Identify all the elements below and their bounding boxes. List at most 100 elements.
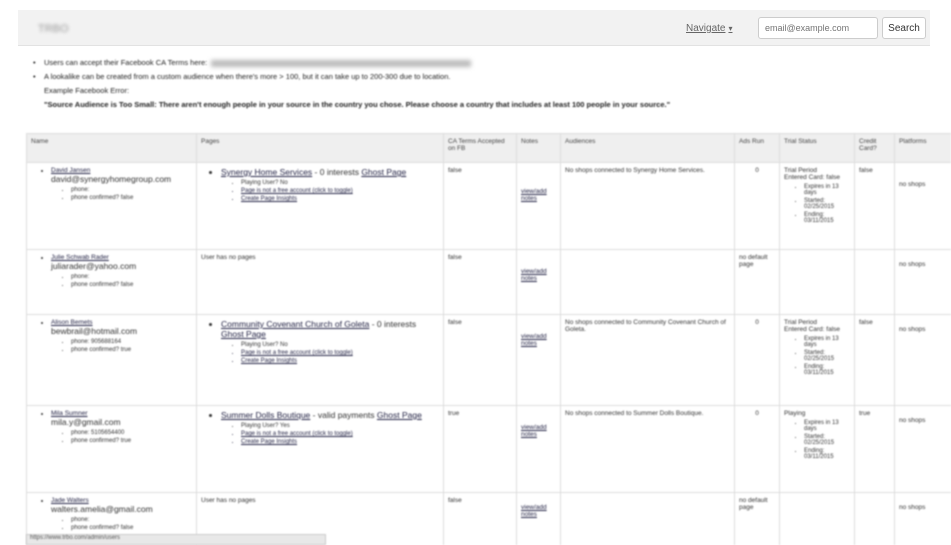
user-email: david@synergyhomegroup.com xyxy=(51,174,172,184)
cell-audiences xyxy=(560,492,735,545)
view-add-notes-link[interactable]: view/add notes xyxy=(521,268,547,282)
header-credit-card[interactable]: Credit Card? xyxy=(854,133,895,163)
view-add-notes-link[interactable]: view/add notes xyxy=(521,424,547,438)
cell-name: Julie Schwab Raderjuliarader@yahoo.com p… xyxy=(26,249,197,315)
trial-label: Trial Period xyxy=(784,167,817,174)
page-link[interactable]: Community Covenant Church of Goleta xyxy=(221,319,369,329)
ghost-page-link[interactable]: Ghost Page xyxy=(377,410,422,420)
ghost-page-link[interactable]: Ghost Page xyxy=(221,329,266,339)
cell-trial-status: Trial PeriodEntered Card: false Expires … xyxy=(779,314,855,406)
trial-expires: Expires in 13 days xyxy=(804,420,850,432)
top-navbar: TRBO Navigate▾ Search xyxy=(18,10,930,46)
page-insights-link[interactable]: Create Page Insights xyxy=(241,439,439,445)
playing-user: Playing User? Yes xyxy=(241,423,439,429)
cell-credit-card: true xyxy=(854,405,895,493)
cell-ads-run: 0 xyxy=(734,162,780,250)
ghost-page-link[interactable]: Ghost Page xyxy=(361,167,406,177)
trial-expires: Expires in 13 days xyxy=(804,336,850,348)
redacted-link[interactable] xyxy=(211,59,472,67)
cell-platforms: no shops xyxy=(894,249,951,315)
navigate-label: Navigate xyxy=(686,23,726,34)
cell-notes: view/add notes xyxy=(516,162,561,250)
search-button[interactable]: Search xyxy=(882,17,926,39)
user-name-link[interactable]: Alison Bemets xyxy=(51,319,93,326)
cell-name: David Jansendavid@synergyhomegroup.com p… xyxy=(26,162,197,250)
user-phone: phone: 5105654400 xyxy=(71,430,192,436)
header-pages[interactable]: Pages xyxy=(196,133,444,163)
cell-ca-terms: false xyxy=(443,162,517,250)
header-ads-run[interactable]: Ads Run xyxy=(734,133,780,163)
header-trial-status[interactable]: Trial Status xyxy=(779,133,855,163)
cell-credit-card xyxy=(854,492,895,545)
cell-ads-run: 0 xyxy=(734,405,780,493)
cell-audiences: No shops connected to Synergy Home Servi… xyxy=(560,162,735,250)
header-audiences[interactable]: Audiences xyxy=(560,133,735,163)
platforms-text: no shops xyxy=(899,261,926,268)
trial-ending: Ending: 03/11/2015 xyxy=(804,448,850,460)
cell-notes: view/add notes xyxy=(516,405,561,493)
cell-pages: Synergy Home Services - 0 interests Ghos… xyxy=(196,162,444,250)
cell-pages: Summer Dolls Boutique - valid payments G… xyxy=(196,405,444,493)
entered-card: Entered Card: false xyxy=(784,174,841,181)
page-insights-link[interactable]: Create Page Insights xyxy=(241,358,439,364)
user-name-link[interactable]: Jade Walters xyxy=(51,497,89,504)
toggle-free-account-link[interactable]: Page is not a free account (click to tog… xyxy=(241,431,439,437)
view-add-notes-link[interactable]: view/add notes xyxy=(521,188,547,202)
user-phone: phone: xyxy=(71,517,192,523)
toggle-free-account-link[interactable]: Page is not a free account (click to tog… xyxy=(241,188,439,194)
navigate-dropdown[interactable]: Navigate ▾ xyxy=(686,23,732,34)
header-name[interactable]: Name xyxy=(26,133,197,163)
cell-platforms: no shops xyxy=(894,405,951,493)
entered-card: Entered Card: false xyxy=(784,326,841,333)
page-insights-link[interactable]: Create Page Insights xyxy=(241,196,439,202)
header-notes[interactable]: Notes xyxy=(516,133,561,163)
platforms-text: no shops xyxy=(899,504,926,511)
page-link[interactable]: Summer Dolls Boutique xyxy=(221,410,310,420)
view-add-notes-link[interactable]: view/add notes xyxy=(521,333,547,347)
user-name-link[interactable]: Julie Schwab Rader xyxy=(51,254,109,261)
trial-started: Started: 02/25/2015 xyxy=(804,434,850,446)
error-label: Example Facebook Error: xyxy=(44,86,130,95)
user-email: walters.amelia@gmail.com xyxy=(51,504,153,514)
cell-ca-terms: true xyxy=(443,405,517,493)
users-table: Name Pages CA Terms Accepted on FB Notes… xyxy=(26,133,951,545)
info-notes: Users can accept their Facebook CA Terms… xyxy=(28,58,908,109)
playing-user: Playing User? No xyxy=(241,180,439,186)
page-link[interactable]: Synergy Home Services xyxy=(221,167,312,177)
trial-started: Started: 02/25/2015 xyxy=(804,350,850,362)
header-ca-terms[interactable]: CA Terms Accepted on FB xyxy=(443,133,517,163)
header-platforms[interactable]: Platforms xyxy=(894,133,951,163)
cell-name: Mila Sumnermila.y@gmail.com phone: 51056… xyxy=(26,405,197,493)
platforms-text: no shops xyxy=(899,417,926,424)
view-add-notes-link[interactable]: view/add notes xyxy=(521,504,547,518)
user-phone-confirmed: phone confirmed? true xyxy=(71,438,192,444)
user-email: bewbrail@hotmail.com xyxy=(51,326,138,336)
cell-platforms: no shops xyxy=(894,492,951,545)
cell-notes: view/add notes xyxy=(516,249,561,315)
cell-trial-status xyxy=(779,492,855,545)
cell-ads-run: no default page xyxy=(734,492,780,545)
user-name-link[interactable]: David Jansen xyxy=(51,167,90,174)
cell-name: Alison Bemetsbewbrail@hotmail.com phone:… xyxy=(26,314,197,406)
cell-ads-run: 0 xyxy=(734,314,780,406)
cell-pages: User has no pages xyxy=(196,249,444,315)
user-phone-confirmed: phone confirmed? false xyxy=(71,282,192,288)
user-email: mila.y@gmail.com xyxy=(51,417,121,427)
table-row: Julie Schwab Raderjuliarader@yahoo.com p… xyxy=(26,249,951,315)
cell-credit-card xyxy=(854,249,895,315)
user-name-link[interactable]: Mila Sumner xyxy=(51,410,87,417)
user-phone: phone: 905688164 xyxy=(71,339,192,345)
email-search-input[interactable] xyxy=(758,17,878,39)
toggle-free-account-link[interactable]: Page is not a free account (click to tog… xyxy=(241,350,439,356)
user-phone: phone: xyxy=(71,274,192,280)
cell-platforms: no shops xyxy=(894,314,951,406)
cell-ca-terms: false xyxy=(443,314,517,406)
chevron-down-icon: ▾ xyxy=(728,24,733,33)
cell-audiences: No shops connected to Summer Dolls Bouti… xyxy=(560,405,735,493)
cell-ca-terms: false xyxy=(443,249,517,315)
table-row: David Jansendavid@synergyhomegroup.com p… xyxy=(26,162,951,250)
brand-logo[interactable]: TRBO xyxy=(38,23,69,35)
status-bar-url: https://www.trbo.com/admin/users xyxy=(26,534,326,545)
page-suffix: - 0 interests xyxy=(369,319,417,329)
platforms-text: no shops xyxy=(899,326,926,333)
